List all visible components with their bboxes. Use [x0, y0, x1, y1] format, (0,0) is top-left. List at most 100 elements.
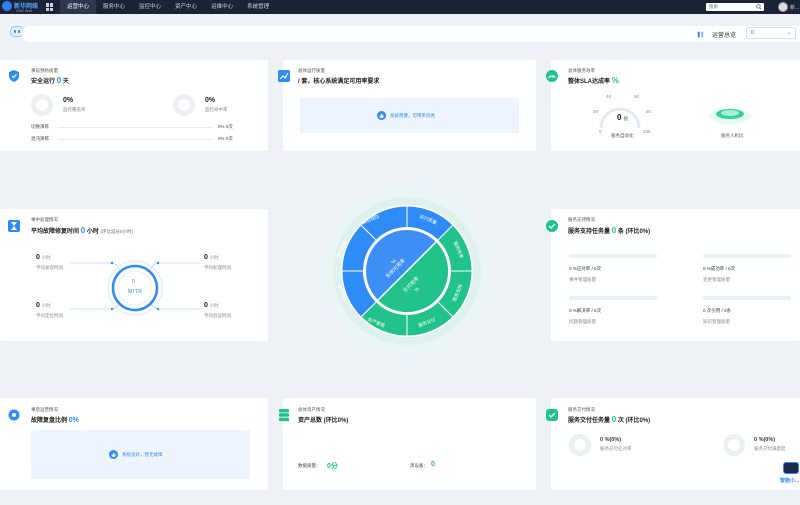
server-icon	[279, 409, 289, 422]
card-header: 事后运营情况	[31, 407, 58, 412]
locate-label: 平均定位时间	[36, 313, 63, 318]
mttr-ring	[107, 260, 163, 316]
title-value: 0	[611, 415, 617, 424]
mttr-value: 0	[132, 279, 135, 285]
gear-icon	[8, 409, 20, 421]
card-title: 故障复盘比例 0%	[31, 415, 79, 424]
discover-label: 平均发现时间	[36, 265, 63, 270]
gauge-tick-20: 20	[593, 109, 599, 114]
handle-time: 0 小时	[204, 254, 219, 261]
delivery-satisfaction-label: 服务交付满意度	[754, 446, 786, 451]
locate-unit: 小时	[41, 303, 51, 308]
data-quality-label: 数据质量：	[298, 463, 321, 468]
gauge-tick-60: 60	[634, 94, 640, 99]
verify-value: 0	[204, 302, 208, 309]
title-unit: 条	[617, 229, 624, 235]
title-note: (环比0%)	[625, 229, 651, 235]
coverage-pct: 0%	[63, 97, 74, 104]
gauge-value-number: 0	[617, 113, 622, 122]
delivery-response-value: 0 %(0%)	[600, 437, 622, 443]
avatar[interactable]	[778, 2, 788, 12]
card-title: / 套，核心系统满足可用率要求	[298, 79, 380, 85]
verify-time: 0 小时	[204, 302, 219, 309]
chaos-label: 混沌演练	[31, 136, 49, 141]
title-unit: 天	[62, 79, 69, 85]
title-value: %	[611, 76, 619, 85]
black-device-label: 黑设备：	[410, 463, 428, 468]
nav-item-monitor[interactable]: 监控中心	[132, 0, 168, 14]
delivery-satisfaction-ring	[723, 434, 745, 456]
hourglass-icon	[8, 220, 20, 232]
title-text: 故障复盘比例	[31, 418, 68, 424]
chaos-bar	[58, 139, 213, 140]
change-value: 0 %成功率 / 0次	[703, 266, 736, 271]
overview-icon	[697, 31, 704, 38]
card-title: 平均故障修复时间 0 小时 (环比延长0小时)	[31, 226, 133, 235]
review-status-text: 系统良好，暂无故障	[122, 452, 163, 457]
hit-label: 监控命中率	[205, 107, 228, 112]
title-unit: 小时	[86, 229, 99, 235]
nav-item-ops[interactable]: 运维中心	[204, 0, 240, 14]
discover-unit: 小时	[41, 255, 51, 260]
card-header: 服务交付情况	[568, 407, 595, 412]
delivery-response-ring	[569, 434, 591, 456]
operations-wheel	[323, 187, 491, 355]
knowledge-bar	[703, 296, 791, 300]
overview-select[interactable]: 0 ⌄	[746, 27, 796, 39]
nav-item-service[interactable]: 服务中心	[96, 0, 132, 14]
delivery-response-label: 服务交付应对率	[600, 446, 632, 451]
card-title: 服务交付任务量 0 次 (环比0%)	[568, 415, 650, 424]
assistant-label: 智能小...	[780, 478, 800, 484]
title-unit: 次	[617, 418, 624, 424]
card-header: 总体服务效率	[568, 68, 595, 73]
chart-line-icon	[278, 70, 290, 82]
support-icon	[546, 220, 558, 232]
logo[interactable]: 新华网络 XNC.Net	[2, 1, 42, 13]
overview-label: 运营总览	[712, 33, 737, 39]
ratio-label: 服务人机比	[721, 133, 744, 138]
assistant-icon	[783, 462, 799, 474]
gauge-tick-80: 80	[646, 109, 652, 114]
nav-item-asset[interactable]: 资产中心	[168, 0, 204, 14]
title-text: 服务支持任务量	[568, 229, 611, 235]
card-header: 事中处理情况	[31, 217, 58, 222]
thumbs-up-icon	[377, 111, 386, 120]
nav-item-operations[interactable]: 运营中心	[60, 0, 97, 14]
problem-label: 问题管理质量	[569, 319, 596, 324]
drill-value: 0% 0次	[218, 124, 233, 129]
overview-select-value: 0	[751, 30, 754, 36]
card-header: 事前预防质量	[31, 68, 58, 73]
verify-unit: 小时	[209, 303, 219, 308]
title-note: (环比延长0小时)	[100, 229, 134, 234]
shield-icon	[9, 70, 19, 82]
problem-value: 0 %解决率 / 0次	[569, 308, 602, 313]
user-name[interactable]: 新...	[790, 4, 799, 11]
card-title: 服务支持任务量 0 条 (环比0%)	[568, 226, 650, 235]
delivery-icon	[546, 409, 558, 421]
title-text: 整体SLA达成率	[568, 79, 611, 85]
assistant-button[interactable]: 智能小...	[780, 460, 800, 486]
coverage-ring	[31, 94, 53, 116]
gauge-tick-100: 100	[643, 129, 651, 134]
gauge-unit: 分	[623, 116, 628, 121]
locate-time: 0 小时	[36, 302, 51, 309]
speed-icon	[546, 70, 558, 82]
handle-label: 平均处理时间	[204, 265, 231, 270]
mttr-label: MTTR	[128, 289, 142, 295]
title-text: 安全运行	[31, 79, 56, 85]
top-navbar: 新华网络 XNC.Net 运营中心 服务中心 监控中心 资产中心 运维中心 系统…	[0, 0, 800, 14]
gauge-tick-40: 40	[606, 94, 612, 99]
card-title: 整体SLA达成率 %	[568, 76, 619, 85]
apps-grid-icon[interactable]	[46, 3, 54, 11]
title-text: 服务交付任务量	[568, 418, 611, 424]
black-device-value: 0	[431, 461, 435, 468]
locate-value: 0	[36, 302, 40, 309]
ratio-disc-icon	[709, 108, 751, 124]
nav-item-system[interactable]: 系统管理	[240, 0, 276, 14]
card-header: 总体运行质量	[298, 68, 325, 73]
search-icon[interactable]	[756, 4, 762, 10]
thumbs-up-icon	[109, 450, 118, 459]
search-input[interactable]: 搜索	[706, 3, 764, 11]
logo-mark	[2, 1, 12, 11]
drill-label: 切换演练	[31, 124, 49, 129]
